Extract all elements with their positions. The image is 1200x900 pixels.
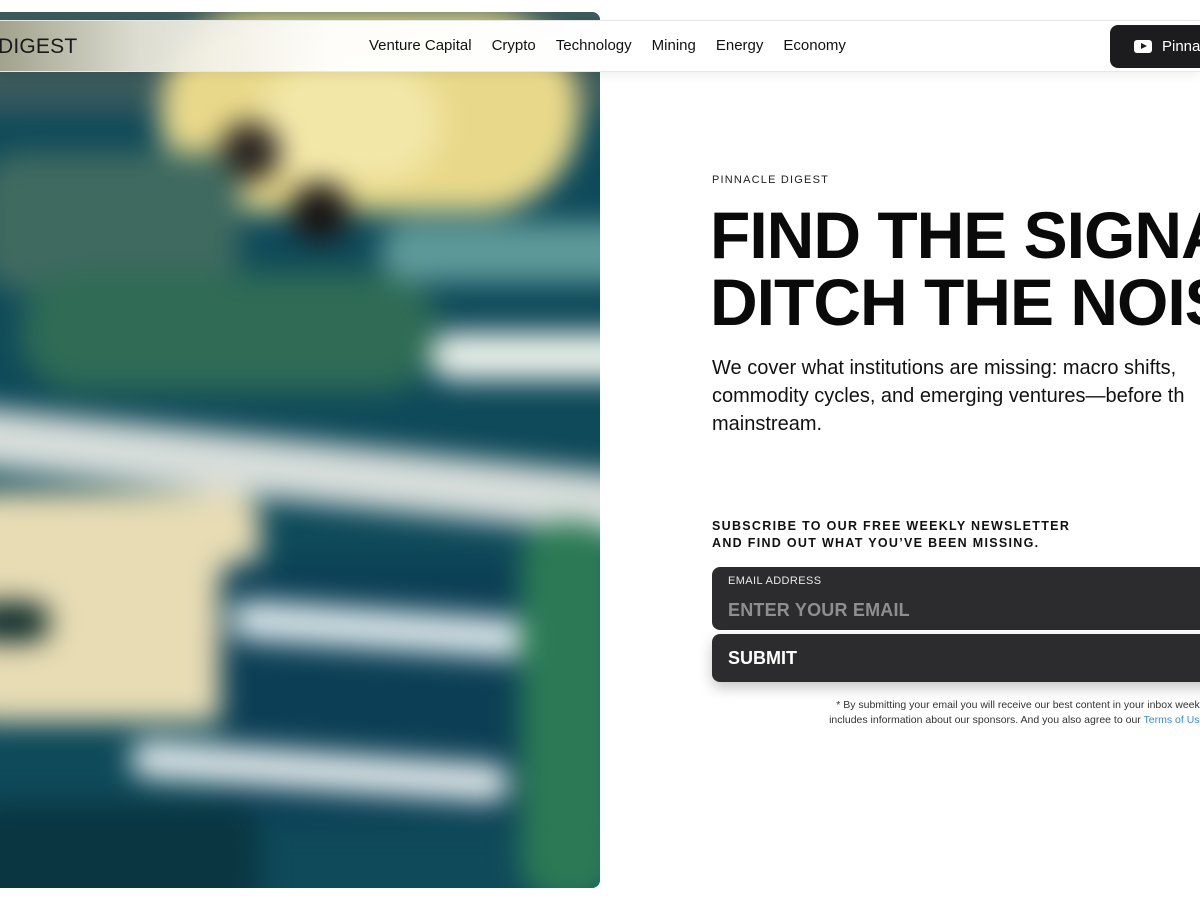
disclaimer-line-2-prefix: includes information about our sponsors.… [829, 714, 1141, 726]
site-logo[interactable]: DIGEST [0, 35, 77, 59]
youtube-channel-button[interactable]: Pinna [1110, 25, 1200, 68]
nav-link-venture-capital[interactable]: Venture Capital [369, 37, 472, 54]
subtext-line: mainstream. [712, 413, 823, 435]
newsletter-disclaimer: * By submitting your email you will rece… [760, 698, 1200, 728]
terms-of-use-link[interactable]: Terms of Use [1144, 714, 1200, 726]
newsletter-cta-line-2: AND FIND OUT WHAT YOU’VE BEEN MISSING. [712, 536, 1040, 550]
headline-line-2: DITCH THE NOIS [710, 265, 1200, 339]
subtext-line: We cover what institutions are missing: … [712, 357, 1177, 379]
email-input[interactable] [728, 597, 1200, 623]
newsletter-cta-line-1: SUBSCRIBE TO OUR FREE WEEKLY NEWSLETTER [712, 519, 1071, 533]
hero-image [0, 12, 600, 888]
hero-subtext: We cover what institutions are missing: … [712, 354, 1200, 438]
disclaimer-line-1: * By submitting your email you will rece… [836, 699, 1200, 711]
submit-button[interactable]: SUBMIT [712, 634, 1200, 682]
nav-link-mining[interactable]: Mining [652, 37, 696, 54]
nav-link-energy[interactable]: Energy [716, 37, 764, 54]
main-nav: Venture Capital Crypto Technology Mining… [369, 37, 846, 54]
hero-headline: FIND THE SIGNA DITCH THE NOIS [710, 202, 1200, 336]
nav-link-technology[interactable]: Technology [556, 37, 632, 54]
site-header: DIGEST Venture Capital Crypto Technology… [0, 20, 1200, 72]
youtube-icon [1134, 40, 1152, 53]
headline-line-1: FIND THE SIGNA [710, 198, 1200, 272]
nav-link-economy[interactable]: Economy [783, 37, 846, 54]
newsletter-cta: SUBSCRIBE TO OUR FREE WEEKLY NEWSLETTER … [712, 518, 1070, 552]
youtube-button-label: Pinna [1162, 38, 1200, 55]
email-field-container: EMAIL ADDRESS [712, 567, 1200, 630]
disclaimer-line-2: includes information about our sponsors.… [760, 713, 1200, 728]
nav-link-crypto[interactable]: Crypto [492, 37, 536, 54]
hero-eyebrow: PINNACLE DIGEST [712, 174, 830, 186]
email-field-label: EMAIL ADDRESS [728, 575, 822, 587]
page: DIGEST Venture Capital Crypto Technology… [0, 0, 1200, 900]
subtext-line: commodity cycles, and emerging ventures—… [712, 385, 1185, 407]
